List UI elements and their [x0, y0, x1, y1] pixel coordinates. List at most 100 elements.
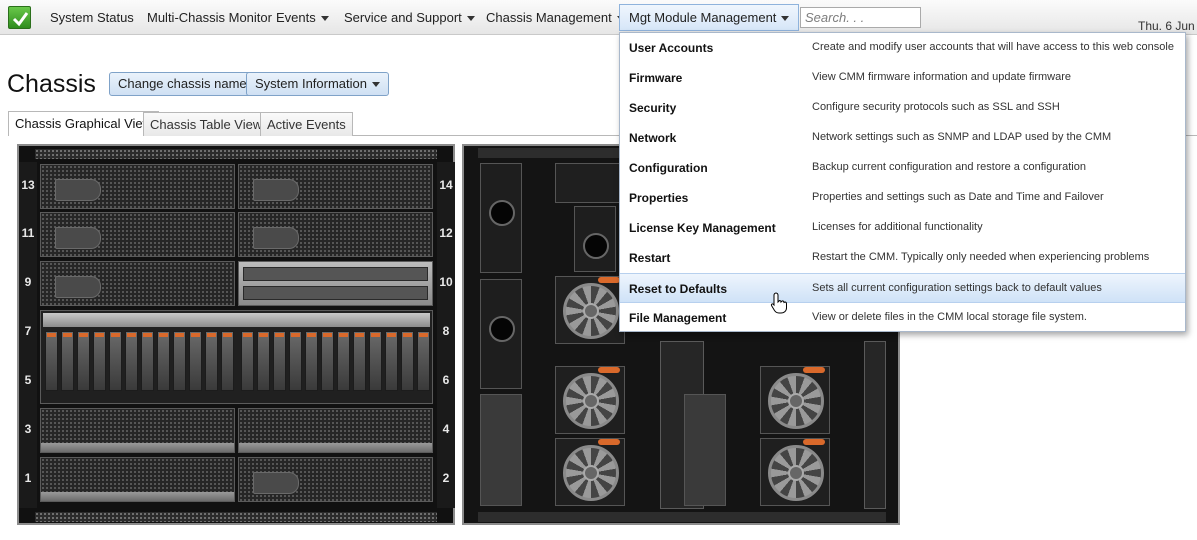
fan-release-tab: [598, 367, 620, 373]
menu-item-properties[interactable]: Properties Properties and settings such a…: [620, 183, 1185, 213]
nav-label: Service and Support: [344, 10, 462, 25]
menu-item-restart[interactable]: Restart Restart the CMM. Typically only n…: [620, 243, 1185, 273]
checkmark-logo-icon[interactable]: [8, 6, 31, 29]
fan-hub: [788, 393, 804, 409]
fan-module[interactable]: [555, 438, 625, 506]
nav-system-status[interactable]: System Status: [50, 0, 134, 35]
nav-multi-chassis-monitor[interactable]: Multi-Chassis Monitor: [147, 0, 272, 35]
fan-module[interactable]: [760, 438, 830, 506]
fan-module[interactable]: [760, 366, 830, 434]
power-supply-4[interactable]: [684, 394, 726, 506]
chassis-front-view: 13 11 9 7 5 3 1 14 12 10 8 6 4 2: [17, 144, 455, 525]
tab-active-events[interactable]: Active Events: [260, 112, 353, 136]
nav-service-and-support[interactable]: Service and Support: [344, 0, 475, 35]
fan-module[interactable]: [555, 366, 625, 434]
psu-port: [489, 200, 515, 226]
nav-label: System Status: [50, 10, 134, 25]
bay-1[interactable]: [40, 457, 235, 502]
bay-11[interactable]: [40, 212, 235, 257]
menu-item-label: User Accounts: [629, 41, 714, 55]
menu-item-description: Backup current configuration and restore…: [812, 161, 1086, 173]
chevron-down-icon: [372, 82, 380, 88]
bay-number: 13: [21, 178, 35, 192]
menu-item-description: View or delete files in the CMM local st…: [812, 311, 1087, 323]
menu-item-license-key-management[interactable]: License Key Management Licenses for addit…: [620, 213, 1185, 243]
nav-events[interactable]: Events: [276, 0, 329, 35]
node-drive-row: [243, 267, 428, 281]
menu-item-reset-to-defaults[interactable]: Reset to Defaults Sets all current config…: [620, 273, 1185, 303]
drive: [93, 331, 106, 391]
fan-release-tab: [598, 277, 620, 283]
fan-module-small[interactable]: [555, 163, 625, 203]
fan-logic-module[interactable]: [574, 206, 616, 272]
menu-item-label: Configuration: [629, 161, 708, 175]
psu-port: [489, 316, 515, 342]
node-handle: [41, 492, 234, 501]
fan-release-tab: [803, 439, 825, 445]
menu-item-configuration[interactable]: Configuration Backup current configuratio…: [620, 153, 1185, 183]
top-navigation-bar: System Status Multi-Chassis Monitor Even…: [0, 0, 1197, 35]
bay-14[interactable]: [238, 164, 433, 209]
nav-mgt-module-management[interactable]: Mgt Module Management: [619, 4, 800, 31]
power-supply-2[interactable]: [480, 279, 522, 389]
drive: [385, 331, 398, 391]
menu-item-label: Properties: [629, 191, 689, 205]
menu-item-label: Network: [629, 131, 677, 145]
menu-item-user-accounts[interactable]: User Accounts Create and modify user acco…: [620, 33, 1185, 63]
power-supply-3[interactable]: [480, 394, 522, 506]
menu-item-firmware[interactable]: Firmware View CMM firmware information an…: [620, 63, 1185, 93]
bay-3[interactable]: [40, 408, 235, 453]
drive: [45, 331, 58, 391]
power-supply-1[interactable]: [480, 163, 522, 273]
tab-chassis-graphical-view[interactable]: Chassis Graphical View: [8, 111, 160, 136]
tab-chassis-table-view[interactable]: Chassis Table View: [143, 112, 270, 136]
menu-item-label: Restart: [629, 251, 671, 265]
drive: [61, 331, 74, 391]
drive: [417, 331, 430, 391]
drive: [157, 331, 170, 391]
bay-latch: [253, 179, 299, 201]
storage-node-bezel: [43, 313, 430, 327]
fan-module[interactable]: [555, 276, 625, 344]
menu-item-security[interactable]: Security Configure security protocols suc…: [620, 93, 1185, 123]
bay-latch: [55, 276, 101, 298]
menu-item-description: View CMM firmware information and update…: [812, 71, 1071, 83]
bay-12[interactable]: [238, 212, 433, 257]
fan-hub: [583, 303, 599, 319]
bay-number: 2: [442, 471, 450, 485]
drive: [401, 331, 414, 391]
bay-number: 9: [24, 275, 32, 289]
drive: [189, 331, 202, 391]
menu-item-label: License Key Management: [629, 221, 776, 235]
fan-release-tab: [598, 439, 620, 445]
bay-5-8-storage-node[interactable]: [40, 310, 433, 404]
nav-chassis-management[interactable]: Chassis Management: [486, 0, 625, 35]
drive: [77, 331, 90, 391]
search-input[interactable]: [800, 7, 921, 28]
rear-bottom-label-strip: [478, 512, 886, 522]
menu-item-file-management[interactable]: File Management View or delete files in t…: [620, 303, 1185, 333]
menu-item-description: Create and modify user accounts that wil…: [812, 41, 1174, 53]
bay-number: 6: [442, 373, 450, 387]
bay-number: 14: [439, 178, 453, 192]
bay-13[interactable]: [40, 164, 235, 209]
menu-item-network[interactable]: Network Network settings such as SNMP and…: [620, 123, 1185, 153]
drive: [369, 331, 382, 391]
bay-number: 3: [24, 422, 32, 436]
bay-2[interactable]: [238, 457, 433, 502]
drive: [241, 331, 254, 391]
system-information-button[interactable]: System Information: [246, 72, 389, 96]
bay-4[interactable]: [238, 408, 433, 453]
menu-item-label: Security: [629, 101, 677, 115]
bay-10-compute-node[interactable]: [238, 261, 433, 306]
bay-number: 5: [24, 373, 32, 387]
change-chassis-name-button[interactable]: Change chassis name: [109, 72, 256, 96]
drive: [321, 331, 334, 391]
drive: [173, 331, 186, 391]
bay-latch: [55, 179, 101, 201]
menu-item-description: Restart the CMM. Typically only needed w…: [812, 251, 1150, 263]
menu-item-description: Configure security protocols such as SSL…: [812, 101, 1060, 113]
date-display: Thu. 6 Jun: [1138, 19, 1195, 33]
bay-9[interactable]: [40, 261, 235, 306]
cmm-module[interactable]: [864, 341, 886, 509]
